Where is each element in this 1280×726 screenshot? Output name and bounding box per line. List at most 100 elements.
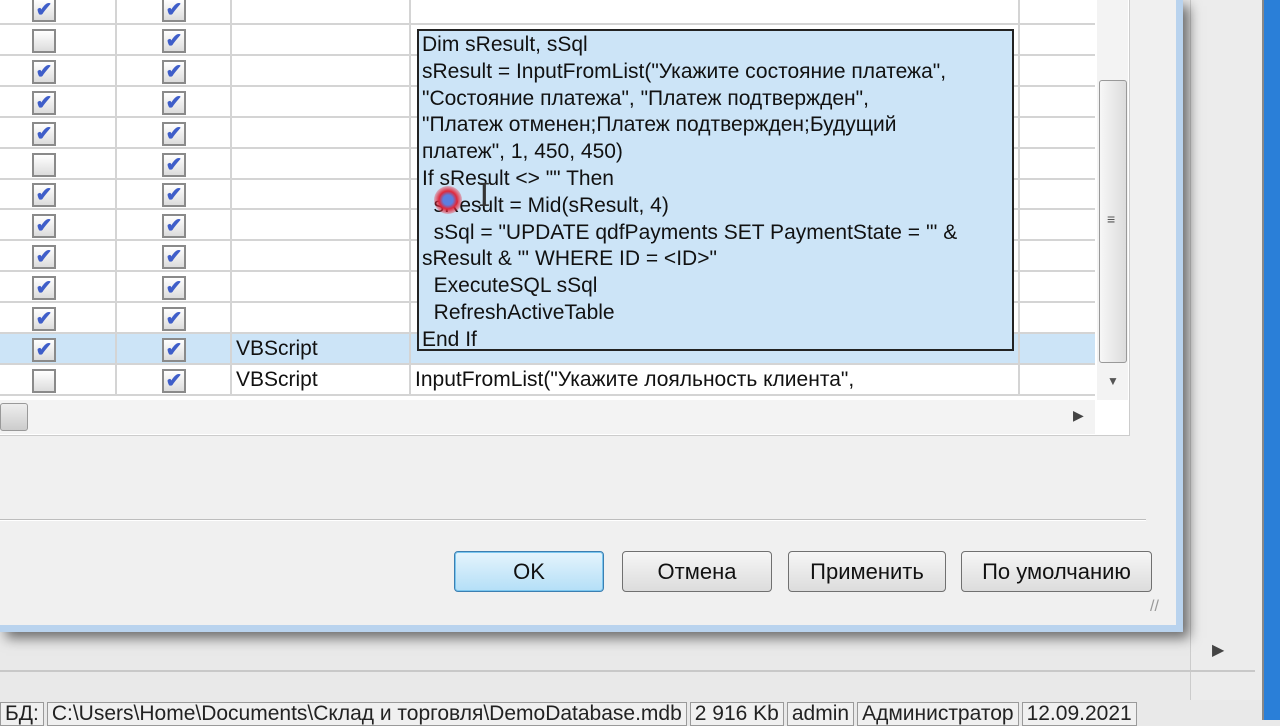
resize-grip-icon[interactable]: // [1150,598,1159,616]
enabled-checkbox[interactable]: ✔ [32,214,56,239]
cell-extra[interactable] [1020,118,1095,147]
default-button[interactable]: По умолчанию [961,551,1152,592]
enabled-checkbox[interactable]: ✔ [32,0,56,22]
enabled-checkbox[interactable]: ✔ [32,183,56,208]
main-scroll-right-arrow-icon[interactable]: ▶ [1212,640,1224,660]
visible-checkbox[interactable]: ✔ [162,59,186,84]
visible-checkbox[interactable]: ✔ [162,90,186,115]
cell-script-code[interactable] [411,0,1020,23]
visible-checkbox[interactable]: ✔ [162,307,186,331]
cell-enabled: ✔ [0,272,117,302]
cell-visible: ✔ [117,333,232,363]
cell-extra[interactable] [1020,365,1095,394]
cell-script-type[interactable]: VBScript [232,333,411,363]
cell-visible: ✔ [117,117,232,147]
scroll-down-arrow-icon[interactable]: ▼ [1107,374,1119,388]
cell-enabled [0,364,117,394]
cell-enabled: ✔ [0,179,117,209]
db-size: 2 916 Kb [689,702,784,726]
horizontal-scrollbar[interactable]: ▶ [0,400,1095,434]
cell-extra[interactable] [1020,87,1095,116]
enabled-checkbox[interactable]: ✔ [32,90,56,115]
cell-script-type[interactable] [232,0,411,23]
visible-checkbox[interactable]: ✔ [162,214,186,239]
apply-button[interactable]: Применить [788,551,946,592]
table-row[interactable]: ✔ ✔ [0,0,1095,25]
cell-extra[interactable] [1020,25,1095,54]
cell-script-type[interactable] [232,210,411,240]
cell-script-type[interactable] [232,241,411,271]
enabled-checkbox[interactable]: ✔ [32,245,56,270]
cell-extra[interactable] [1020,56,1095,85]
cell-script-type[interactable] [232,303,411,332]
cell-script-type[interactable] [232,179,411,209]
cell-script-type[interactable] [232,24,411,54]
text-cursor-icon: I [478,176,491,214]
visible-checkbox[interactable]: ✔ [162,337,186,362]
cell-enabled: ✔ [0,117,117,147]
cell-extra[interactable] [1020,179,1095,208]
enabled-checkbox[interactable]: ✔ [32,121,56,146]
cell-script-type[interactable] [232,86,411,116]
cell-enabled: ✔ [0,333,117,363]
cancel-button[interactable]: Отмена [622,551,772,592]
cell-visible: ✔ [117,24,232,54]
cell-script-type[interactable] [232,148,411,178]
cell-script-type[interactable]: VBScript [232,364,411,394]
visible-checkbox[interactable]: ✔ [162,121,186,146]
cell-visible: ✔ [117,303,232,332]
cell-extra[interactable] [1020,272,1095,301]
horizontal-scroll-thumb[interactable] [0,403,28,431]
main-divider [0,670,1255,672]
visible-checkbox[interactable]: ✔ [162,183,186,208]
visible-checkbox[interactable]: ✔ [162,28,186,53]
visible-checkbox[interactable]: ✔ [162,152,186,177]
cell-extra[interactable] [1020,149,1095,178]
status-bar: БД: C:\Users\Home\Documents\Склад и торг… [0,702,1262,726]
cell-script-type[interactable] [232,55,411,85]
visible-checkbox[interactable]: ✔ [162,276,186,301]
visible-checkbox[interactable]: ✔ [162,0,186,22]
vertical-scrollbar[interactable]: ≡ ▼ [1097,0,1128,400]
panel-divider [0,519,1146,521]
current-date: 12.09.2021 [1021,702,1137,726]
cell-visible: ✔ [117,272,232,302]
cell-script-type[interactable] [232,272,411,302]
enabled-checkbox[interactable] [32,368,56,393]
script-code-editor[interactable]: Dim sResult, sSql sResult = InputFromLis… [417,29,1014,351]
window-edge [1262,0,1280,720]
cell-extra[interactable] [1020,334,1095,363]
enabled-checkbox[interactable]: ✔ [32,337,56,362]
cell-extra[interactable] [1020,0,1095,23]
cell-visible: ✔ [117,210,232,240]
enabled-checkbox[interactable]: ✔ [32,59,56,84]
enabled-checkbox[interactable]: ✔ [32,307,56,331]
cell-script-code[interactable]: InputFromList("Укажите лояльность клиент… [411,364,1020,394]
db-path: C:\Users\Home\Documents\Склад и торговля… [46,702,687,726]
enabled-checkbox[interactable] [32,152,56,177]
background-window-area [1190,0,1262,700]
cell-visible: ✔ [117,86,232,116]
cell-extra[interactable] [1020,303,1095,332]
visible-checkbox[interactable]: ✔ [162,245,186,270]
user-name: admin [786,702,855,726]
cell-script-type[interactable] [232,117,411,147]
cell-visible: ✔ [117,241,232,271]
cell-extra[interactable] [1020,210,1095,239]
table-row[interactable]: ✔ VBScript InputFromList("Укажите лояльнос… [0,364,1095,396]
cell-enabled: ✔ [0,55,117,85]
scroll-right-arrow-icon[interactable]: ▶ [1073,407,1084,424]
cell-enabled [0,148,117,178]
cell-visible: ✔ [117,364,232,394]
click-indicator-icon [434,186,462,214]
visible-checkbox[interactable]: ✔ [162,368,186,393]
cell-extra[interactable] [1020,241,1095,270]
cell-enabled: ✔ [0,210,117,240]
vertical-scroll-thumb[interactable]: ≡ [1099,80,1127,363]
enabled-checkbox[interactable]: ✔ [32,276,56,301]
cell-visible: ✔ [117,179,232,209]
user-role: Администратор [857,702,1019,726]
ok-button[interactable]: OK [454,551,604,592]
cell-visible: ✔ [117,55,232,85]
enabled-checkbox[interactable] [32,28,56,53]
